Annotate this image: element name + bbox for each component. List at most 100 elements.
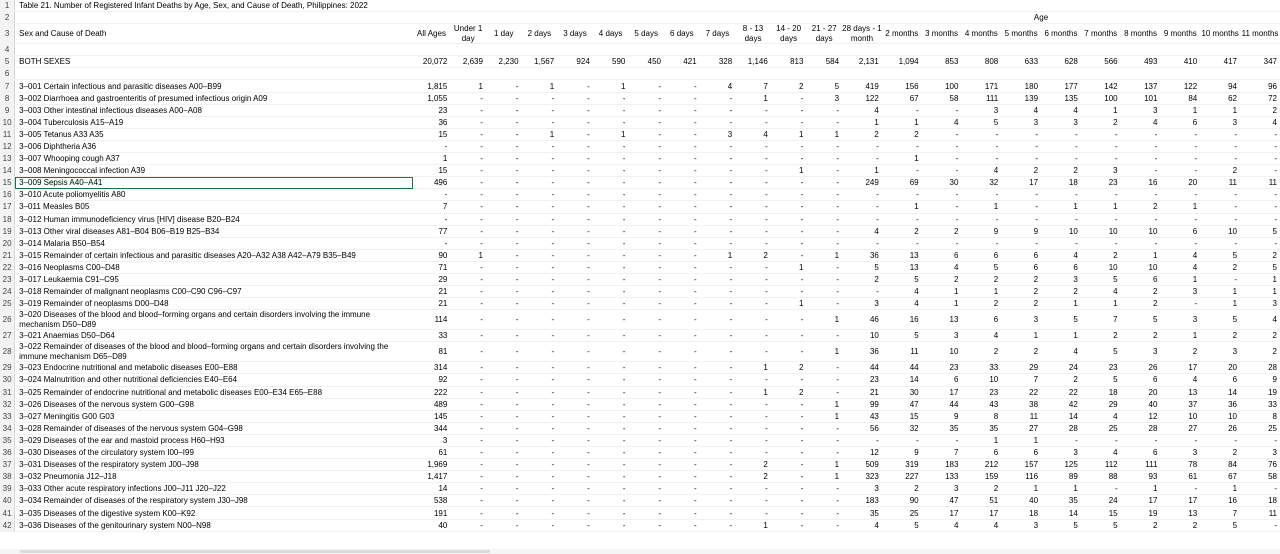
value-cell[interactable]: -	[557, 249, 593, 262]
row-number[interactable]: 6	[0, 67, 16, 81]
value-cell[interactable]: -	[664, 329, 700, 343]
value-cell[interactable]: -	[735, 482, 771, 496]
value-cell[interactable]: -	[485, 446, 522, 460]
value-cell[interactable]: 314	[412, 361, 451, 375]
value-cell[interactable]: 12	[1120, 410, 1161, 423]
cause-label[interactable]: 3–019 Remainder of neoplasms D00–D48	[14, 297, 413, 311]
value-cell[interactable]: 6	[1120, 373, 1161, 387]
value-cell[interactable]: -	[557, 519, 593, 532]
value-cell[interactable]: 16	[1200, 494, 1241, 508]
row-number[interactable]: 23	[0, 273, 16, 287]
row-number[interactable]: 32	[0, 398, 16, 411]
value-cell[interactable]: 44	[881, 361, 922, 375]
value-cell[interactable]: 18	[1001, 506, 1042, 520]
value-cell[interactable]: -	[592, 249, 629, 262]
value-cell[interactable]: 35	[961, 422, 1002, 435]
value-cell[interactable]: -	[557, 494, 593, 508]
value-cell[interactable]: -	[881, 104, 922, 117]
row-number[interactable]: 3	[0, 23, 16, 45]
value-cell[interactable]: -	[485, 79, 522, 93]
value-cell[interactable]: 19	[1240, 386, 1280, 399]
value-cell[interactable]: -	[770, 446, 807, 460]
value-cell[interactable]: -	[557, 285, 593, 299]
value-cell[interactable]: -	[592, 506, 629, 520]
value-cell[interactable]: -	[628, 104, 664, 117]
value-cell[interactable]: -	[770, 176, 807, 190]
value-cell[interactable]: -	[1160, 482, 1201, 496]
value-cell[interactable]: -	[592, 341, 629, 363]
value-cell[interactable]: 69	[881, 176, 922, 190]
value-cell[interactable]: -	[521, 297, 558, 311]
value-cell[interactable]: 135	[1041, 92, 1081, 105]
value-cell[interactable]: 212	[961, 458, 1002, 472]
value-cell[interactable]: -	[450, 104, 486, 117]
value-cell[interactable]: -	[735, 422, 771, 435]
value-cell[interactable]: -	[806, 373, 843, 387]
value-cell[interactable]: 1,969	[412, 458, 451, 472]
value-cell[interactable]: -	[450, 341, 486, 363]
cause-label[interactable]: 3–002 Diarrhoea and gastroenteritis of p…	[14, 92, 413, 105]
cause-label[interactable]: 3–012 Human immunodeficiency virus [HIV]…	[14, 213, 413, 226]
value-cell[interactable]: -	[881, 188, 922, 202]
value-cell[interactable]: 35	[842, 506, 882, 520]
value-cell[interactable]: -	[1080, 188, 1121, 202]
value-cell[interactable]: -	[521, 506, 558, 520]
value-cell[interactable]: -	[699, 470, 736, 484]
value-cell[interactable]: -	[592, 373, 629, 387]
empty-cell[interactable]	[881, 67, 922, 81]
row-number[interactable]: 10	[0, 116, 16, 129]
value-cell[interactable]: 2	[1041, 285, 1081, 299]
value-cell[interactable]: 47	[921, 494, 962, 508]
value-cell[interactable]: -	[557, 140, 593, 154]
value-cell[interactable]: 18	[1240, 494, 1280, 508]
value-cell[interactable]: 1	[521, 79, 558, 93]
value-cell[interactable]: 32	[961, 176, 1002, 190]
value-cell[interactable]: -	[485, 92, 522, 105]
value-cell[interactable]: -	[770, 373, 807, 387]
value-cell[interactable]: -	[699, 506, 736, 520]
value-cell[interactable]: 2	[881, 482, 922, 496]
value-cell[interactable]: 6	[921, 373, 962, 387]
value-cell[interactable]: 20	[1120, 386, 1161, 399]
value-cell[interactable]: -	[806, 261, 843, 274]
value-cell[interactable]: 2	[770, 386, 807, 399]
value-cell[interactable]: 23	[1080, 361, 1121, 375]
value-cell[interactable]: -	[806, 237, 843, 250]
value-cell[interactable]: 15	[881, 410, 922, 423]
value-cell[interactable]: -	[664, 285, 700, 299]
value-cell[interactable]: 5	[1080, 341, 1121, 363]
value-cell[interactable]: -	[735, 116, 771, 129]
value-cell[interactable]: 4	[921, 116, 962, 129]
value-cell[interactable]: -	[592, 200, 629, 214]
value-cell[interactable]: 590	[592, 55, 629, 69]
value-cell[interactable]: 11	[881, 341, 922, 363]
value-cell[interactable]: 5	[1041, 519, 1081, 532]
value-cell[interactable]: -	[485, 237, 522, 250]
row-number[interactable]: 35	[0, 434, 16, 448]
value-cell[interactable]: 6	[961, 446, 1002, 460]
row-number[interactable]: 38	[0, 470, 16, 484]
cause-label[interactable]: 3–006 Diphtheria A36	[14, 140, 413, 154]
value-cell[interactable]: -	[485, 482, 522, 496]
value-cell[interactable]: 17	[921, 386, 962, 399]
value-cell[interactable]: 10	[1200, 410, 1241, 423]
value-cell[interactable]: 509	[842, 458, 882, 472]
value-cell[interactable]: -	[1120, 128, 1161, 141]
value-cell[interactable]: -	[557, 458, 593, 472]
value-cell[interactable]: -	[921, 164, 962, 178]
value-cell[interactable]: -	[664, 188, 700, 202]
value-cell[interactable]: -	[664, 297, 700, 311]
value-cell[interactable]: -	[921, 128, 962, 141]
value-cell[interactable]: 3	[1001, 116, 1042, 129]
value-cell[interactable]: 21	[412, 297, 451, 311]
value-cell[interactable]: -	[557, 200, 593, 214]
value-cell[interactable]: -	[735, 506, 771, 520]
value-cell[interactable]: -	[664, 128, 700, 141]
value-cell[interactable]: 10	[1080, 225, 1121, 238]
value-cell[interactable]: 4	[699, 79, 736, 93]
value-cell[interactable]: -	[664, 152, 700, 166]
value-cell[interactable]: -	[485, 398, 522, 411]
value-cell[interactable]: 319	[881, 458, 922, 472]
value-cell[interactable]: -	[806, 152, 843, 166]
row-number[interactable]: 11	[0, 128, 16, 141]
